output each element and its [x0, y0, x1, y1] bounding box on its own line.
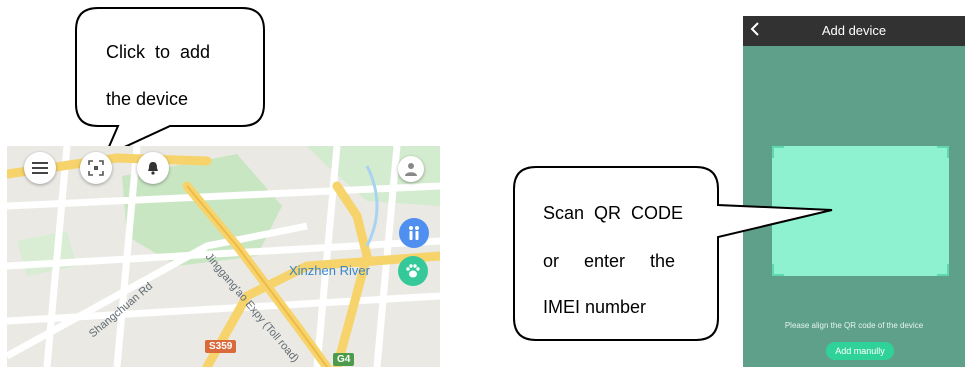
map-view[interactable]: Jinggang'ao Expy (Toll road) Xinzhen Riv… — [7, 146, 440, 367]
family-button[interactable] — [399, 218, 429, 248]
page-title: Add device — [821, 23, 887, 38]
scan-callout-line1: Scan QR CODE — [543, 203, 684, 223]
alarm-button[interactable] — [137, 152, 169, 184]
scan-icon — [88, 160, 104, 176]
route-shield-g4: G4 — [333, 353, 355, 366]
menu-button[interactable] — [24, 152, 56, 184]
family-icon — [409, 226, 419, 240]
scan-callout-line3: IMEI number — [543, 297, 647, 317]
profile-button[interactable] — [398, 156, 424, 182]
scan-corner — [937, 264, 949, 276]
back-arrow-icon — [750, 22, 759, 36]
add-device-callout-line2: the device — [106, 89, 189, 109]
add-device-scan-button[interactable] — [80, 152, 112, 184]
add-device-callout-line1: Click to add — [106, 42, 211, 62]
person-icon — [405, 163, 417, 176]
map-background — [7, 146, 440, 367]
back-button[interactable] — [749, 20, 767, 42]
menu-icon — [32, 162, 48, 174]
bell-icon — [148, 162, 158, 175]
river-label: Xinzhen River — [289, 263, 370, 278]
route-shield-s359: S359 — [205, 340, 237, 353]
scan-callout-line2: or enter the — [543, 251, 676, 271]
paw-icon — [406, 264, 420, 278]
pet-button[interactable] — [398, 256, 428, 286]
scan-corner — [937, 146, 949, 158]
scan-callout-bubble — [513, 166, 833, 341]
